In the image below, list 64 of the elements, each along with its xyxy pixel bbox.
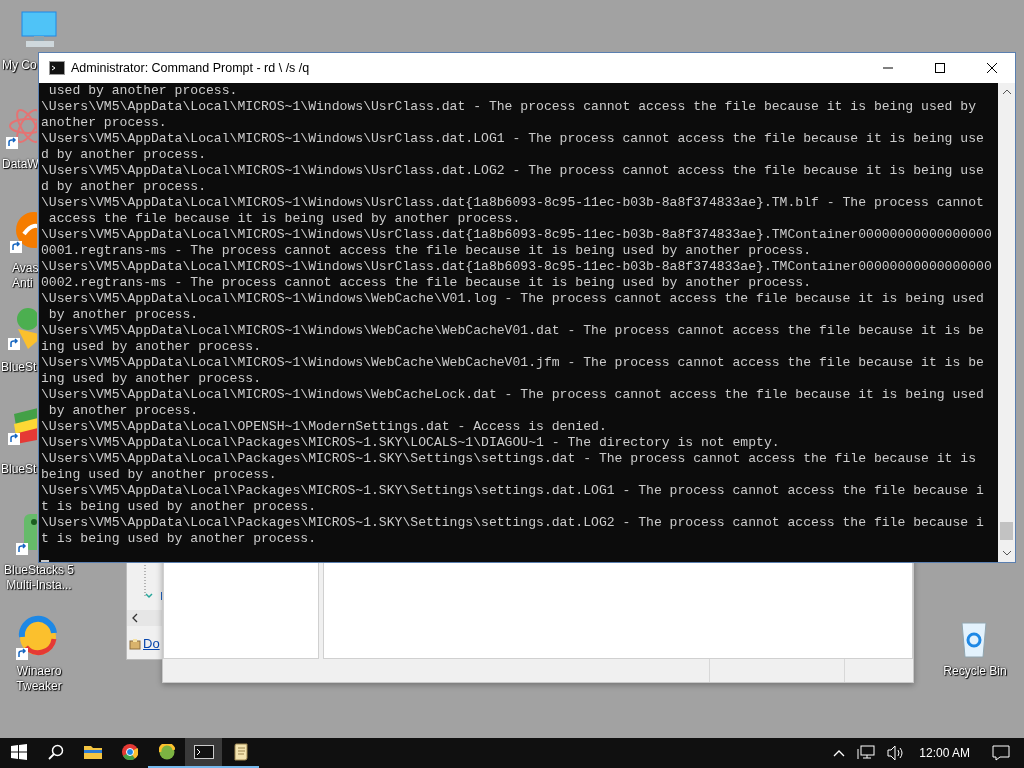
caret-left-icon (131, 613, 139, 623)
console-line: \Users\VM5\AppData\Local\MICROS~1\Windows\UsrClass.dat - The process cannot access the file because it is being used by (41, 99, 977, 115)
icon-label: BlueSt (1, 360, 37, 375)
console-line: ing used by another process. (41, 371, 261, 387)
console-line: \Users\VM5\AppData\Local\Packages\MICROS~1.SKY\LOCALS~1\DIAGOU~1 - The directory is not empty. (41, 435, 780, 451)
icon-label: BlueSt (1, 462, 37, 477)
vertical-scrollbar[interactable] (998, 83, 1015, 562)
icon-label: BlueStacks 5 Multi-Insta... (2, 563, 75, 593)
console-line: used by another process. (47, 83, 238, 99)
terminal-icon (193, 745, 214, 759)
scroll-down-icon (1001, 550, 1012, 556)
icon-label: My Co (2, 58, 37, 73)
console-line: \Users\VM5\AppData\Local\MICROS~1\Windows\UsrClass.dat{1a8b6093-8c95-11ec-b03b-8a8f374833ae}.TM.blf - The process cannot (41, 195, 984, 211)
icon-label: Recycle Bin (942, 664, 1008, 679)
console-line: d by another process. (41, 147, 206, 163)
icon-label: Winaero Tweaker (15, 664, 63, 694)
volume-icon[interactable] (887, 745, 906, 761)
chevron-up-icon[interactable] (833, 749, 846, 757)
console-line: 0001.regtrans-ms - The process cannot access the file because it is being used by another process. (41, 243, 812, 259)
network-icon[interactable] (857, 745, 876, 761)
console-line: another process. (41, 115, 167, 131)
notification-icon[interactable] (992, 745, 1010, 761)
console-line: \Users\VM5\AppData\Local\MICROS~1\Windows\UsrClass.dat.LOG2 - The process cannot access the file because it is being use (41, 163, 984, 179)
console-line: \Users\VM5\AppData\Local\MICROS~1\Windows\UsrClass.dat.LOG1 - The process cannot access the file because it is being use (41, 131, 984, 147)
console-line: by another process. (47, 403, 199, 419)
window-title: Administrator: Command Prompt - rd \ /s /q (71, 61, 310, 75)
console-line: \Users\VM5\AppData\Local\Packages\MICROS~1.SKY\Settings\settings.dat.LOG1 - The process cannot access the file because i (41, 483, 984, 499)
console-line: t is being used by another process. (41, 531, 316, 547)
search-icon (47, 744, 64, 760)
console-line: t is being used by another process. (41, 499, 316, 515)
scroll-icon (232, 743, 249, 761)
icon-label: Avas Anti (12, 261, 39, 291)
scrollbar-thumb[interactable] (1000, 522, 1013, 540)
console-line: \Users\VM5\AppData\Local\MICROS~1\Windows\WebCache\V01.log - The process cannot access the file because it is being used (41, 291, 984, 307)
console-line: \Users\VM5\AppData\Local\MICROS~1\Windows\UsrClass.dat{1a8b6093-8c95-11ec-b03b-8a8f374833ae}.TMContainer00000000000000000 (41, 259, 992, 275)
console-line: \Users\VM5\AppData\Local\Packages\MICROS~1.SKY\Settings\settings.dat.LOG2 - The process cannot access the file because i (41, 515, 984, 531)
console-line: access the file because it is being used by another process. (47, 211, 521, 227)
console-line: \Users\VM5\AppData\Local\MICROS~1\Windows\UsrClass.dat{1a8b6093-8c95-11ec-b03b-8a8f374833ae}.TMContainer00000000000000000 (41, 227, 992, 243)
console-line: \Users\VM5\AppData\Local\MICROS~1\Windows\WebCache\WebCacheV01.jfm - The process cannot access the file because it is be (41, 355, 984, 371)
play-icon[interactable] (8, 305, 37, 351)
maximize-icon (935, 63, 945, 73)
swirl-icon[interactable] (16, 615, 60, 661)
console-line: ing used by another process. (41, 339, 261, 355)
console-line: \Users\VM5\AppData\Local\Packages\MICROS~1.SKY\Settings\settings.dat - The process cannot access the file because it is (41, 451, 977, 467)
console-line: \Users\VM5\AppData\Local\MICROS~1\Windows\WebCache\WebCacheV01.dat - The process cannot access the file because it is be (41, 323, 984, 339)
console-line: d by another process. (41, 179, 206, 195)
horizontal-scrollbar[interactable] (127, 610, 165, 626)
folder-icon (83, 744, 102, 760)
package-icon (129, 637, 141, 650)
console-line: being used by another process. (41, 467, 277, 483)
windows-logo-icon (10, 744, 27, 760)
terminal-icon (49, 61, 65, 75)
link[interactable]: Do (143, 636, 160, 651)
console-line: \Users\VM5\AppData\Local\MICROS~1\Windows\WebCacheLock.dat - The process cannot access the file because it is being used (41, 387, 984, 403)
scroll-up-icon (1001, 89, 1012, 95)
console-line: by another process. (47, 307, 199, 323)
taskbar-app[interactable] (185, 738, 222, 768)
icon-label: DataW (2, 157, 39, 172)
console-line: 0002.regtrans-ms - The process cannot access the file because it is being used by another process. (41, 275, 812, 291)
close-icon (987, 63, 997, 73)
browser-icon (121, 744, 138, 760)
console-line: \Users\VM5\AppData\Local\OPENSH~1\ModernSettings.dat - Access is denied. (41, 419, 607, 435)
ball-icon (158, 744, 175, 760)
clock[interactable]: 12:00 AM (919, 746, 970, 760)
